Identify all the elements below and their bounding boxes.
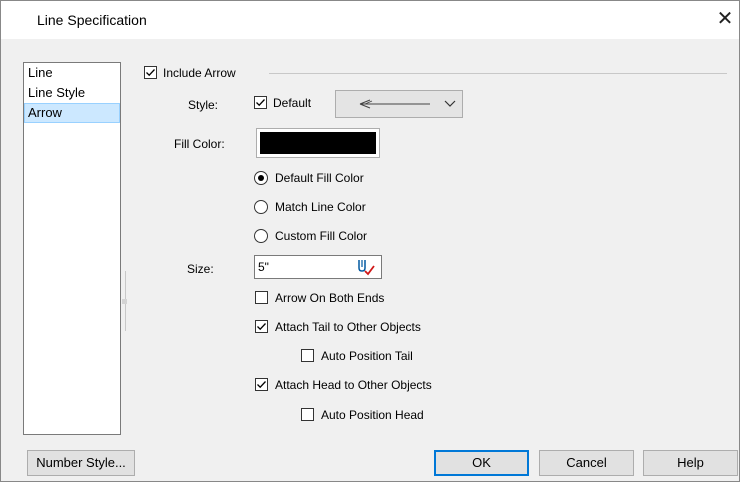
fill-color-swatch[interactable] <box>256 128 380 158</box>
size-input[interactable]: 5" <box>254 255 382 279</box>
line-specification-dialog: Line Specification ✕ Line Line Style Arr… <box>0 0 740 482</box>
attach-head-label: Attach Head to Other Objects <box>275 378 432 392</box>
nav-item-line-style[interactable]: Line Style <box>24 83 120 103</box>
attach-head-checkbox[interactable] <box>255 378 268 391</box>
nav-item-arrow[interactable]: Arrow <box>24 103 120 123</box>
title-bar: Line Specification ✕ <box>1 1 739 39</box>
default-style-label: Default <box>273 96 312 110</box>
arrow-both-ends-label: Arrow On Both Ends <box>275 291 385 305</box>
arrow-both-ends-checkbox[interactable] <box>255 291 268 304</box>
close-icon[interactable]: ✕ <box>713 7 737 31</box>
checkmark-icon <box>257 381 266 389</box>
style-label: Style: <box>188 98 219 112</box>
cancel-button[interactable]: Cancel <box>539 450 634 476</box>
default-fill-color-label: Default Fill Color <box>275 171 364 185</box>
radio-selected-dot <box>258 175 264 181</box>
default-fill-color-radio[interactable] <box>254 171 268 185</box>
arrow-line-preview-icon <box>359 99 430 109</box>
ok-button[interactable]: OK <box>434 450 529 476</box>
nav-item-line[interactable]: Line <box>24 63 120 83</box>
auto-position-tail-checkbox[interactable] <box>301 349 314 362</box>
checkmark-icon <box>257 323 266 331</box>
auto-position-head-label: Auto Position Head <box>321 408 424 422</box>
auto-position-head-checkbox[interactable] <box>301 408 314 421</box>
chevron-down-icon <box>444 100 456 107</box>
custom-fill-color-label: Custom Fill Color <box>275 229 368 243</box>
help-button[interactable]: Help <box>643 450 738 476</box>
size-value[interactable]: 5" <box>258 260 269 274</box>
checkmark-icon <box>256 99 265 107</box>
dialog-title: Line Specification <box>37 12 147 28</box>
custom-fill-color-radio[interactable] <box>254 229 268 243</box>
group-separator <box>269 73 727 74</box>
auto-position-tail-label: Auto Position Tail <box>321 349 413 363</box>
match-line-color-label: Match Line Color <box>275 200 366 214</box>
match-line-color-radio[interactable] <box>254 200 268 214</box>
checkmark-icon <box>146 69 155 77</box>
size-label: Size: <box>187 262 214 276</box>
include-arrow-checkbox[interactable] <box>144 66 157 79</box>
number-style-button[interactable]: Number Style... <box>27 450 135 476</box>
default-style-checkbox[interactable] <box>254 96 267 109</box>
attach-tail-checkbox[interactable] <box>255 320 268 333</box>
category-list[interactable]: Line Line Style Arrow <box>23 62 121 435</box>
fill-color-label: Fill Color: <box>174 137 225 151</box>
attach-tail-label: Attach Tail to Other Objects <box>275 320 421 334</box>
fill-color-preview <box>260 132 376 154</box>
include-arrow-label: Include Arrow <box>163 66 236 80</box>
calculator-icon[interactable] <box>356 258 376 276</box>
splitter-grip[interactable] <box>122 299 127 304</box>
arrow-style-dropdown[interactable] <box>335 90 463 118</box>
